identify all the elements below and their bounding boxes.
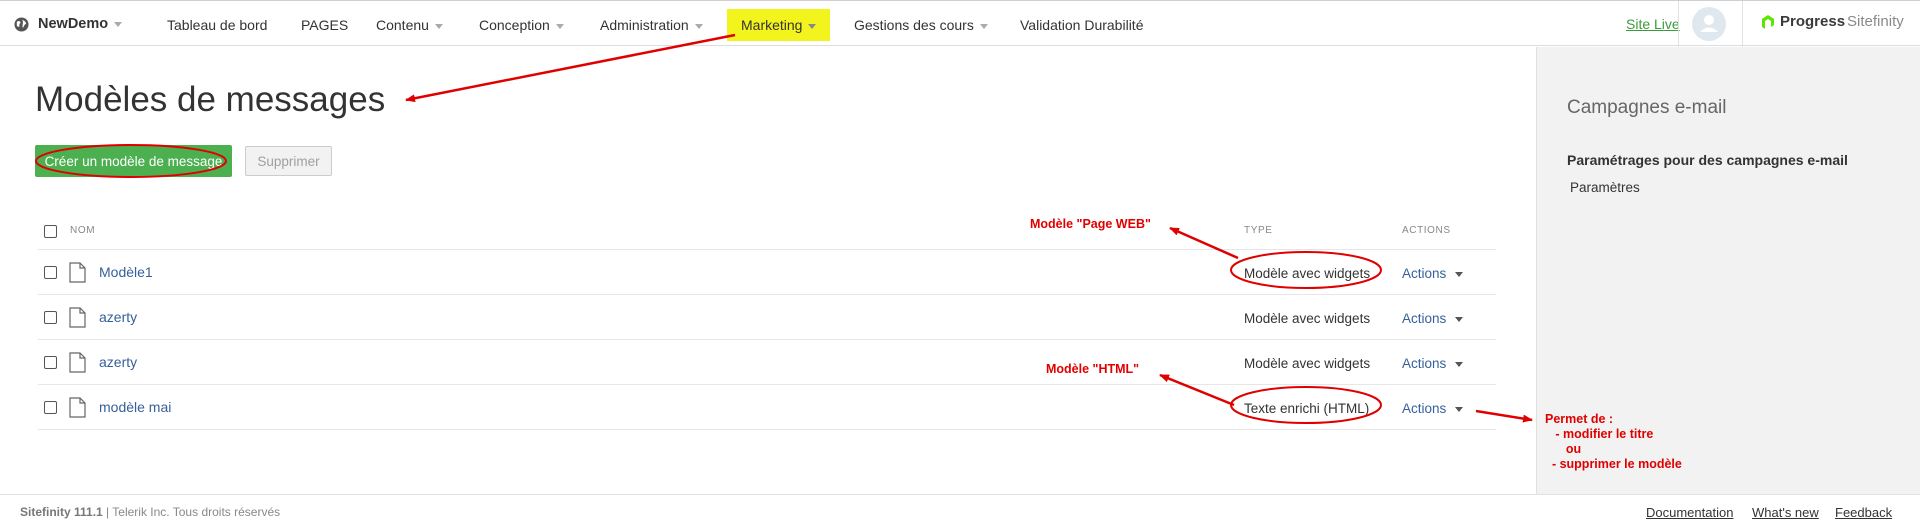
select-all-checkbox[interactable] — [44, 225, 57, 238]
template-type: Modèle avec widgets — [1244, 356, 1371, 371]
globe-icon — [14, 16, 29, 32]
feedback-link[interactable]: Feedback — [1835, 505, 1892, 520]
row-checkbox[interactable] — [44, 266, 57, 279]
actions-dropdown[interactable]: Actions — [1402, 266, 1464, 281]
nav-item-marketing[interactable]: Marketing — [727, 9, 831, 41]
version-text: Sitefinity 111.1 — [20, 505, 103, 519]
column-header-type: TYPE — [1244, 225, 1273, 236]
template-type: Modèle avec widgets — [1244, 266, 1371, 281]
table-row: Modèle1 Modèle avec widgets Actions — [38, 250, 1496, 295]
logo-progress-text: Progress — [1780, 13, 1846, 30]
sidebar-subtitle: Paramétrages pour des campagnes e-mail — [1567, 152, 1848, 168]
site-selector[interactable]: NewDemo — [14, 15, 123, 33]
footer: Sitefinity 111.1 | Telerik Inc. Tous dro… — [0, 494, 1920, 526]
chevron-down-icon — [1455, 361, 1464, 367]
chevron-down-icon — [808, 23, 817, 29]
page-title: Modèles de messages — [35, 80, 386, 119]
annotation-label-html: Modèle "HTML" — [1046, 362, 1140, 376]
divider — [1742, 1, 1743, 47]
chevron-down-icon — [1455, 406, 1464, 412]
top-navigation: NewDemo Tableau de bord PAGES Contenu Co… — [0, 0, 1920, 47]
template-name-link[interactable]: Modèle1 — [99, 264, 153, 280]
row-checkbox[interactable] — [44, 356, 57, 369]
column-header-name: NOM — [70, 225, 96, 236]
nav-item-courses[interactable]: Gestions des cours — [854, 9, 988, 41]
copyright-text: | Telerik Inc. Tous droits réservés — [102, 505, 281, 519]
table-row: azerty Modèle avec widgets Actions — [38, 295, 1496, 340]
chevron-down-icon — [979, 23, 988, 29]
divider — [1678, 1, 1679, 47]
table-row: azerty Modèle avec widgets Actions — [38, 340, 1496, 385]
template-name-link[interactable]: azerty — [99, 354, 137, 370]
delete-button[interactable]: Supprimer — [245, 146, 332, 176]
chevron-down-icon — [1455, 271, 1464, 277]
nav-item-design[interactable]: Conception — [479, 9, 564, 41]
chevron-down-icon — [1455, 316, 1464, 322]
whats-new-link[interactable]: What's new — [1752, 505, 1819, 520]
template-name-link[interactable]: modèle mai — [99, 399, 171, 415]
chevron-down-icon — [694, 23, 703, 29]
table-row: modèle mai Texte enrichi (HTML) Actions — [38, 385, 1496, 430]
template-type: Texte enrichi (HTML) — [1244, 401, 1370, 416]
column-header-actions: ACTIONS — [1402, 225, 1451, 236]
progress-sitefinity-logo: Progress Sitefinity — [1760, 13, 1904, 30]
templates-table: NOM TYPE ACTIONS Modèle1 Modèle avec wid… — [38, 215, 1496, 430]
actions-dropdown[interactable]: Actions — [1402, 356, 1464, 371]
actions-dropdown[interactable]: Actions — [1402, 311, 1464, 326]
row-checkbox[interactable] — [44, 401, 57, 414]
file-icon — [69, 262, 86, 283]
footer-copyright: Sitefinity 111.1 | Telerik Inc. Tous dro… — [20, 505, 280, 519]
file-icon — [69, 307, 86, 328]
site-name: NewDemo — [38, 16, 109, 32]
actions-dropdown[interactable]: Actions — [1402, 401, 1464, 416]
table-header: NOM TYPE ACTIONS — [38, 215, 1496, 250]
settings-link[interactable]: Paramètres — [1570, 180, 1640, 195]
nav-item-administration[interactable]: Administration — [600, 9, 703, 41]
file-icon — [69, 397, 86, 418]
nav-item-sustainability[interactable]: Validation Durabilité — [1020, 9, 1143, 41]
avatar[interactable] — [1692, 7, 1726, 41]
chevron-down-icon — [434, 23, 443, 29]
file-icon — [69, 352, 86, 373]
documentation-link[interactable]: Documentation — [1646, 505, 1733, 520]
sidebar-title: Campagnes e-mail — [1567, 97, 1727, 118]
annotation-label-permissions: Permet de : - modifier le titre ou - sup… — [1545, 412, 1682, 471]
progress-logo-icon — [1762, 14, 1774, 29]
chevron-down-icon — [114, 21, 123, 27]
row-checkbox[interactable] — [44, 311, 57, 324]
user-icon — [1700, 15, 1718, 32]
template-name-link[interactable]: azerty — [99, 309, 137, 325]
chevron-down-icon — [555, 23, 564, 29]
nav-item-pages[interactable]: PAGES — [301, 9, 348, 41]
annotation-label-page-web: Modèle "Page WEB" — [1030, 217, 1151, 231]
logo-sitefinity-text: Sitefinity — [1847, 13, 1904, 30]
nav-item-dashboard[interactable]: Tableau de bord — [167, 9, 267, 41]
site-live-link[interactable]: Site Live — [1626, 16, 1680, 32]
template-type: Modèle avec widgets — [1244, 311, 1371, 326]
create-template-button[interactable]: Créer un modèle de message — [35, 145, 232, 177]
nav-item-content[interactable]: Contenu — [376, 9, 443, 41]
